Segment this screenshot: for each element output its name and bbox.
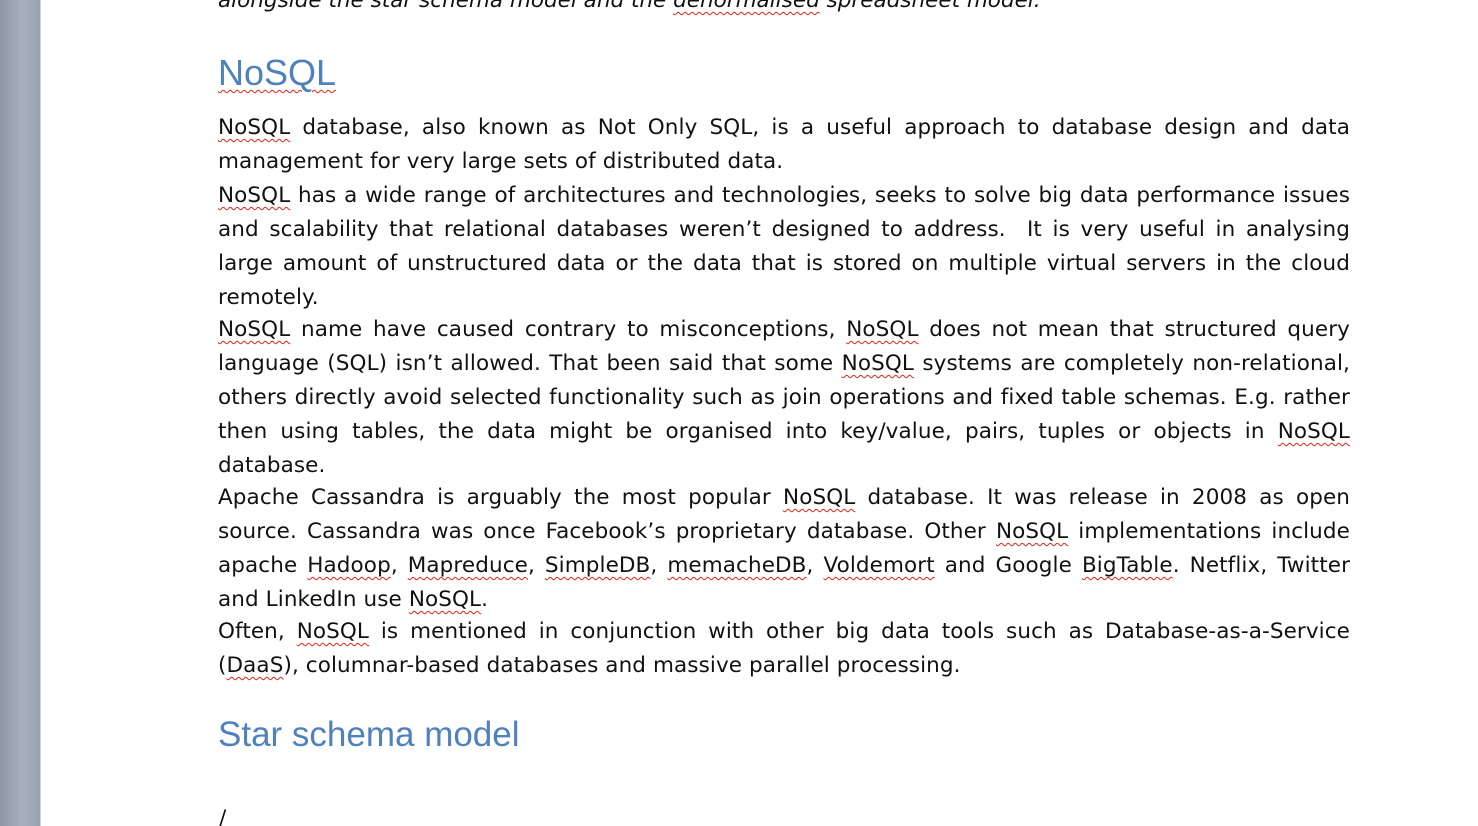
spellcheck-flagged-word[interactable]: NoSQL: [218, 115, 290, 140]
spellcheck-flagged-word[interactable]: BigTable: [1082, 553, 1173, 578]
document-workspace: alongside the star schema model and the …: [0, 0, 1478, 826]
spellcheck-flagged-word[interactable]: denormalised: [673, 0, 820, 13]
spellcheck-flagged-word[interactable]: NoSQL: [783, 485, 855, 510]
spellcheck-flagged-word[interactable]: Voldemort: [823, 553, 934, 578]
spellcheck-flagged-word[interactable]: memacheDB: [667, 553, 806, 578]
spellcheck-flagged-word[interactable]: NoSQL: [297, 619, 369, 644]
paragraph-1: NoSQL database, also known as Not Only S…: [218, 115, 1350, 174]
paragraph-5: Often, NoSQL is mentioned in conjunction…: [218, 619, 1350, 678]
window-left-gutter: [0, 0, 41, 826]
spellcheck-flagged-word[interactable]: NoSQL: [218, 317, 290, 342]
paragraph-2: NoSQL has a wide range of architectures …: [218, 183, 1350, 310]
spellcheck-flagged-word[interactable]: NoSQL: [218, 183, 290, 208]
spellcheck-flagged-word[interactable]: Hadoop: [307, 553, 391, 578]
spellcheck-flagged-word[interactable]: NoSQL: [996, 519, 1068, 544]
spellcheck-flagged-word[interactable]: NoSQL: [842, 351, 914, 376]
paragraph-4: Apache Cassandra is arguably the most po…: [218, 485, 1351, 612]
heading-nosql: NoSQL: [218, 52, 337, 93]
previous-paragraph-line: alongside the star schema model and the …: [218, 0, 1041, 13]
paragraph-3: NoSQL name have caused contrary to misco…: [218, 317, 1350, 478]
spellcheck-flagged-word[interactable]: NoSQL: [409, 587, 481, 612]
spellcheck-flagged-word[interactable]: NoSQL: [846, 317, 918, 342]
spellcheck-flagged-word[interactable]: NoSQL: [1278, 419, 1350, 444]
spellcheck-flagged-word[interactable]: DaaS: [227, 653, 284, 678]
heading-star-schema-model: Star schema model: [218, 715, 520, 754]
next-paragraph-start: /: [219, 806, 227, 826]
spellcheck-flagged-word[interactable]: Mapreduce: [408, 553, 528, 578]
spellcheck-flagged-word[interactable]: SimpleDB: [545, 553, 651, 578]
